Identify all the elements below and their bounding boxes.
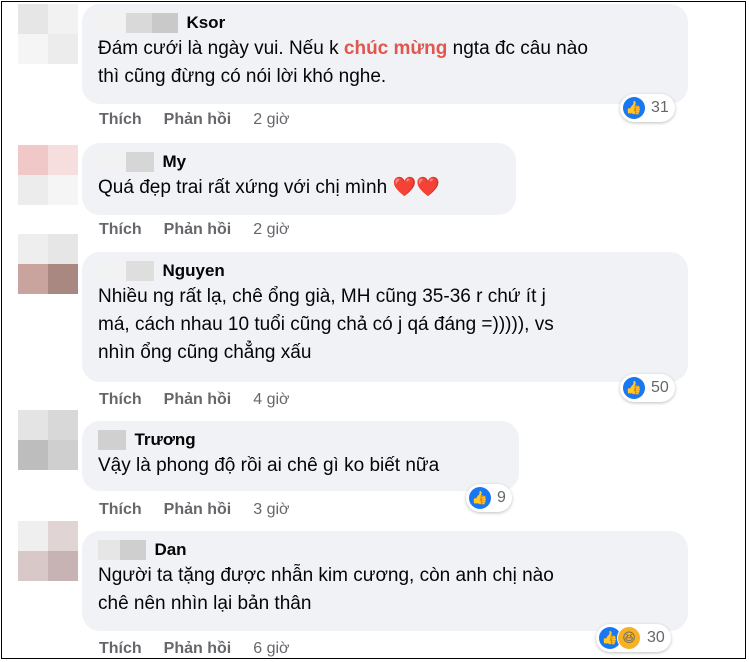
timestamp[interactable]: 6 giờ [253,640,289,657]
blurred-name [98,430,126,450]
reply-button[interactable]: Phản hồi [164,640,232,657]
reaction-count: 50 [651,379,669,396]
avatar[interactable] [18,521,78,581]
like-button[interactable]: Thích [99,640,142,657]
reaction-count: 31 [651,99,669,116]
like-button[interactable]: Thích [99,501,142,518]
comment-actions: Thích Phản hồi 2 giờ [99,221,312,239]
comment-actions: Thích Phản hồi 3 giờ [99,501,312,519]
like-button[interactable]: Thích [99,221,142,238]
timestamp[interactable]: 2 giờ [253,221,289,238]
avatar[interactable] [18,4,78,64]
reaction-summary[interactable]: 👍 50 [620,374,675,402]
commenter-name[interactable]: Ksor [186,13,225,32]
commenter-name[interactable]: Dan [154,540,186,559]
avatar[interactable] [18,410,78,470]
comment-bubble: Trương Vậy là phong độ rồi ai chê gì ko … [82,421,519,491]
comment-text: Người ta tặng được nhẫn kim cương, còn a… [98,565,554,614]
comment-text: Đám cưới là ngày vui. Nếu k chúc mừng ng… [98,38,588,87]
commenter-name[interactable]: My [162,152,186,171]
reply-button[interactable]: Phản hồi [164,111,232,128]
blurred-name [98,13,178,33]
like-button[interactable]: Thích [99,391,142,408]
like-button[interactable]: Thích [99,111,142,128]
comment-bubble: Dan Người ta tặng được nhẫn kim cương, c… [82,531,688,631]
comment-actions: Thích Phản hồi 6 giờ [99,640,312,658]
blurred-name [98,152,154,172]
like-icon: 👍 [623,377,645,399]
comment-bubble: My Quá đẹp trai rất xứng với chị mình ❤️… [82,143,516,215]
reply-button[interactable]: Phản hồi [164,391,232,408]
comment-bubble: Nguyen Nhiều ng rất lạ, chê ổng già, MH … [82,252,688,382]
commenter-name[interactable]: Trương [134,430,195,449]
reaction-summary[interactable]: 👍 31 [620,94,675,122]
comment-text: Nhiều ng rất lạ, chê ổng già, MH cũng 35… [98,286,554,363]
comment-bubble: Ksor Đám cưới là ngày vui. Nếu k chúc mừ… [82,4,688,104]
timestamp[interactable]: 4 giờ [253,391,289,408]
comment-text: Quá đẹp trai rất xứng với chị mình ❤️❤️ [98,177,440,198]
reply-button[interactable]: Phản hồi [164,221,232,238]
blurred-name [98,540,146,560]
reaction-count: 9 [497,489,506,506]
avatar[interactable] [18,234,78,294]
like-icon: 👍 [623,97,645,119]
blurred-name [98,261,154,281]
comment-actions: Thích Phản hồi 4 giờ [99,391,312,409]
avatar[interactable] [18,145,78,205]
reaction-summary[interactable]: 👍 😆 30 [596,624,671,652]
reaction-summary[interactable]: 👍 9 [466,484,512,512]
reply-button[interactable]: Phản hồi [164,501,232,518]
timestamp[interactable]: 3 giờ [253,501,289,518]
commenter-name[interactable]: Nguyen [162,261,224,280]
highlighted-text: chúc mừng [343,38,448,59]
like-icon: 👍 [469,487,491,509]
timestamp[interactable]: 2 giờ [253,111,289,128]
reaction-count: 30 [647,629,665,646]
comment-actions: Thích Phản hồi 2 giờ [99,111,312,129]
comment-text: Vậy là phong độ rồi ai chê gì ko biết nữ… [98,455,440,476]
haha-icon: 😆 [617,626,641,650]
